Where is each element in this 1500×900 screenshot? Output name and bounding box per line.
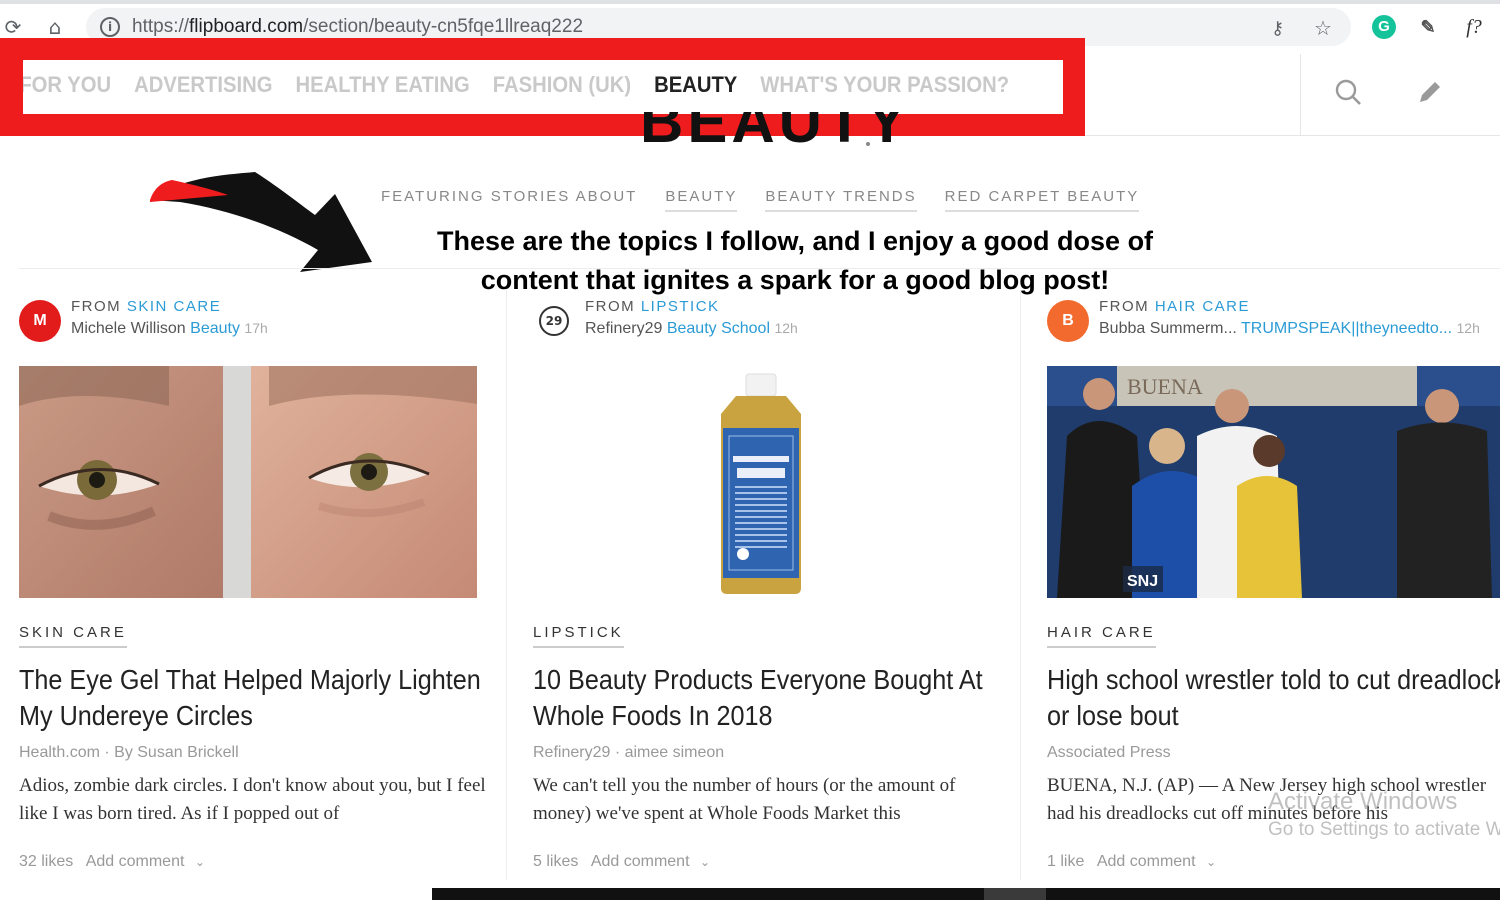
article-card-eye-gel[interactable]: M FROM SKIN CARE Michele Willison Beauty… <box>19 290 499 890</box>
browser-tab-strip-edge <box>0 0 1500 4</box>
magazine-link[interactable]: LIPSTICK <box>641 298 720 315</box>
chevron-down-icon[interactable]: ⌄ <box>700 855 710 869</box>
from-magazine: FROM HAIR CARE <box>1099 298 1251 315</box>
byline: Bubba Summerm... TRUMPSPEAK||theyneedto.… <box>1099 320 1480 338</box>
refinery29-avatar[interactable]: 29 <box>539 306 569 336</box>
tab-healthy-eating[interactable]: HEALTHY EATING <box>295 72 469 98</box>
author-name[interactable]: Refinery29 <box>585 320 662 337</box>
reload-icon[interactable]: ⟳ <box>0 14 26 40</box>
chevron-down-icon[interactable]: ⌄ <box>195 855 205 869</box>
article-source: Health.com · By Susan Brickell <box>19 744 239 761</box>
page-title: BEAUTY <box>640 112 911 155</box>
home-icon[interactable]: ⌂ <box>42 14 68 40</box>
topic-tabs: FOR YOU ADVERTISING HEALTHY EATING FASHI… <box>23 72 1009 98</box>
article-source: Associated Press <box>1047 744 1171 761</box>
eyedropper-icon[interactable]: ✎ <box>1416 15 1440 39</box>
article-headline[interactable]: High school wrestler told to cut dreadlo… <box>1047 662 1500 734</box>
tab-whats-your-passion[interactable]: WHAT'S YOUR PASSION? <box>760 72 1009 98</box>
featured-tag-red-carpet-beauty[interactable]: RED CARPET BEAUTY <box>944 188 1140 212</box>
author-name[interactable]: Michele Willison <box>71 320 186 337</box>
page: ⟳ ⌂ i https://flipboard.com/section/beau… <box>0 0 1500 900</box>
tab-fashion-uk[interactable]: FASHION (UK) <box>493 72 631 98</box>
timestamp: 12h <box>774 320 798 336</box>
article-card-whole-foods[interactable]: 29 FROM LIPSTICK Refinery29 Beauty Schoo… <box>533 290 1013 890</box>
byline: Refinery29 Beauty School 12h <box>585 320 798 338</box>
title-dot <box>866 142 870 146</box>
article-image-soap-bottle[interactable] <box>533 366 991 598</box>
grammarly-icon[interactable]: G <box>1372 15 1396 39</box>
magazine-name[interactable]: Beauty <box>190 320 240 337</box>
column-divider <box>506 290 507 880</box>
taskbar <box>432 888 1500 900</box>
byline: Michele Willison Beauty 17h <box>71 320 268 338</box>
from-magazine: FROM SKIN CARE <box>71 298 222 315</box>
tab-beauty[interactable]: BEAUTY <box>654 72 737 98</box>
header-divider <box>19 268 1500 269</box>
info-icon[interactable]: i <box>100 17 120 37</box>
add-comment-button[interactable]: Add comment <box>86 853 185 870</box>
topic-tabs-container: FOR YOU ADVERTISING HEALTHY EATING FASHI… <box>23 60 1063 114</box>
taskbar-item[interactable] <box>984 888 1046 900</box>
likes-count[interactable]: 1 like <box>1047 853 1084 870</box>
featuring-label: FEATURING STORIES ABOUT <box>381 188 638 205</box>
banner-text: BUENA <box>1127 374 1203 399</box>
avatar[interactable]: M <box>19 300 61 342</box>
from-magazine: FROM LIPSTICK <box>585 298 720 315</box>
category-tag[interactable]: LIPSTICK <box>533 624 624 648</box>
key-icon[interactable]: ⚷ <box>1271 18 1284 39</box>
article-excerpt: We can't tell you the number of hours (o… <box>533 775 956 824</box>
search-icon[interactable] <box>1332 78 1364 110</box>
magazine-name[interactable]: TRUMPSPEAK||theyneedto... <box>1241 320 1452 337</box>
article-image-eyes[interactable] <box>19 366 477 598</box>
tab-advertising[interactable]: ADVERTISING <box>134 72 272 98</box>
category-tag[interactable]: HAIR CARE <box>1047 624 1156 648</box>
avatar[interactable]: B <box>1047 300 1089 342</box>
author-name[interactable]: Bubba Summerm... <box>1099 320 1237 337</box>
featured-tag-beauty[interactable]: BEAUTY <box>665 188 738 212</box>
chevron-down-icon[interactable]: ⌄ <box>1206 855 1216 869</box>
magazine-link[interactable]: SKIN CARE <box>127 298 221 315</box>
article-headline[interactable]: The Eye Gel That Helped Majorly Lighten … <box>19 662 496 734</box>
star-icon[interactable]: ☆ <box>1314 16 1332 40</box>
snj-logo: SNJ <box>1127 573 1158 590</box>
tab-for-you[interactable]: FOR YOU <box>23 72 111 98</box>
nav-divider <box>1300 54 1301 136</box>
add-comment-button[interactable]: Add comment <box>1097 853 1196 870</box>
pencil-icon[interactable] <box>1414 78 1446 110</box>
category-tag[interactable]: SKIN CARE <box>19 624 127 648</box>
card-actions: 32 likes Add comment ⌄ <box>19 853 205 871</box>
windows-activation-watermark: Activate Windows Go to Settings to activ… <box>1268 788 1500 840</box>
article-source: Refinery29 · aimee simeon <box>533 744 725 761</box>
featured-tag-beauty-trends[interactable]: BEAUTY TRENDS <box>765 188 917 212</box>
card-actions: 5 likes Add comment ⌄ <box>533 853 710 871</box>
magazine-name[interactable]: Beauty School <box>667 320 770 337</box>
article-excerpt: Adios, zombie dark circles. I don't know… <box>19 775 486 824</box>
column-divider <box>1020 290 1021 880</box>
annotation-arrow <box>150 172 372 272</box>
timestamp: 17h <box>244 320 268 336</box>
card-actions: 1 like Add comment ⌄ <box>1047 853 1216 871</box>
annotation-text: These are the topics I follow, and I enj… <box>436 226 1154 295</box>
featuring-topics: FEATURING STORIES ABOUT BEAUTY BEAUTY TR… <box>381 188 1140 212</box>
timestamp: 12h <box>1456 320 1480 336</box>
likes-count[interactable]: 5 likes <box>533 853 578 870</box>
likes-count[interactable]: 32 likes <box>19 853 73 870</box>
add-comment-button[interactable]: Add comment <box>591 853 690 870</box>
url-text[interactable]: https://flipboard.com/section/beauty-cn5… <box>132 16 583 38</box>
fx-icon[interactable]: f? <box>1458 15 1490 39</box>
article-headline[interactable]: 10 Beauty Products Everyone Bought At Wh… <box>533 662 1010 734</box>
article-image-wrestling-match[interactable]: BUENA SNJ <box>1047 366 1500 598</box>
magazine-link[interactable]: HAIR CARE <box>1155 298 1250 315</box>
